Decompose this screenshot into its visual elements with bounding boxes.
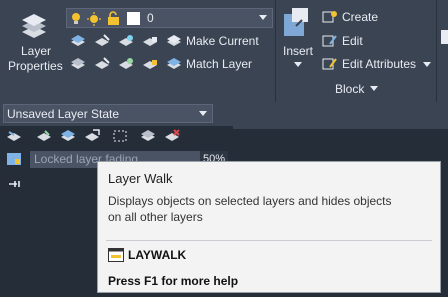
pin-icon[interactable] bbox=[7, 178, 21, 190]
layer-off-icon[interactable] bbox=[70, 57, 86, 71]
layer-copy-icon[interactable] bbox=[94, 57, 110, 71]
edit-button[interactable]: Edit bbox=[342, 34, 363, 48]
edit-attributes-button[interactable]: Edit Attributes bbox=[342, 57, 416, 71]
make-current-icon[interactable] bbox=[166, 34, 182, 48]
layer-delete-icon[interactable] bbox=[140, 129, 156, 143]
chevron-down-icon bbox=[199, 111, 207, 116]
insert-label: Insert bbox=[283, 44, 314, 58]
layer-unlock-icon[interactable] bbox=[142, 57, 158, 71]
next-panel-icon[interactable] bbox=[441, 30, 448, 44]
layer-properties-button[interactable]: Layer Properties bbox=[4, 4, 63, 74]
color-swatch bbox=[127, 12, 140, 25]
delete-x-icon[interactable] bbox=[164, 129, 180, 143]
block-panel-title[interactable]: Block bbox=[335, 82, 364, 96]
layer-state-dropdown[interactable]: Unsaved Layer State bbox=[3, 104, 213, 123]
match-layer-icon[interactable] bbox=[166, 57, 182, 71]
layer-freeze-icon[interactable] bbox=[118, 34, 134, 48]
layer-dropdown[interactable]: 0 bbox=[66, 8, 273, 28]
chevron-down-icon[interactable] bbox=[370, 86, 378, 91]
layer-previous-icon[interactable] bbox=[6, 129, 22, 143]
tooltip-description: Displays objects on selected layers and … bbox=[108, 194, 392, 224]
edit-block-icon[interactable] bbox=[322, 34, 338, 48]
tooltip-command: LAYWALK bbox=[128, 248, 187, 262]
chevron-down-icon[interactable] bbox=[423, 62, 431, 67]
insert-button[interactable]: Insert bbox=[279, 4, 317, 70]
layer-merge-icon[interactable] bbox=[84, 129, 100, 143]
layer-properties-label-2: Properties bbox=[8, 59, 63, 73]
panel-separator bbox=[436, 0, 437, 102]
chevron-down-icon bbox=[294, 62, 302, 67]
copy-objects-icon[interactable] bbox=[112, 129, 128, 143]
layer-walk-icon[interactable] bbox=[60, 129, 76, 143]
layer-properties-label-1: Layer bbox=[21, 44, 52, 58]
panel-separator bbox=[275, 0, 276, 102]
insert-block-icon bbox=[284, 8, 308, 36]
create-button[interactable]: Create bbox=[342, 10, 378, 24]
locked-layer-fading-icon[interactable] bbox=[6, 152, 22, 166]
tooltip-title: Layer Walk bbox=[108, 171, 173, 186]
create-block-icon[interactable] bbox=[322, 10, 338, 24]
layer-stack-icon bbox=[22, 14, 46, 38]
layer-isolate-icon[interactable] bbox=[70, 34, 86, 48]
layer-lock-icon[interactable] bbox=[142, 34, 158, 48]
layer-unisolate-icon[interactable] bbox=[94, 34, 110, 48]
sun-icon bbox=[87, 12, 101, 26]
edit-attributes-icon[interactable] bbox=[322, 57, 338, 71]
current-layer-name: 0 bbox=[147, 11, 154, 25]
chevron-down-icon bbox=[259, 15, 267, 20]
bulb-icon bbox=[72, 13, 80, 24]
layer-thaw-icon[interactable] bbox=[118, 57, 134, 71]
panel-titlebar-strip bbox=[233, 126, 448, 129]
tooltip-help: Press F1 for more help bbox=[108, 274, 239, 288]
unlock-icon bbox=[108, 11, 119, 25]
tooltip-divider bbox=[106, 240, 432, 241]
layer-change-icon[interactable] bbox=[36, 129, 52, 143]
match-layer-button[interactable]: Match Layer bbox=[186, 57, 252, 71]
command-icon bbox=[108, 248, 124, 262]
layer-state-value: Unsaved Layer State bbox=[7, 107, 120, 121]
make-current-button[interactable]: Make Current bbox=[186, 34, 259, 48]
layer-walk-tooltip: Layer Walk Displays objects on selected … bbox=[97, 161, 441, 293]
